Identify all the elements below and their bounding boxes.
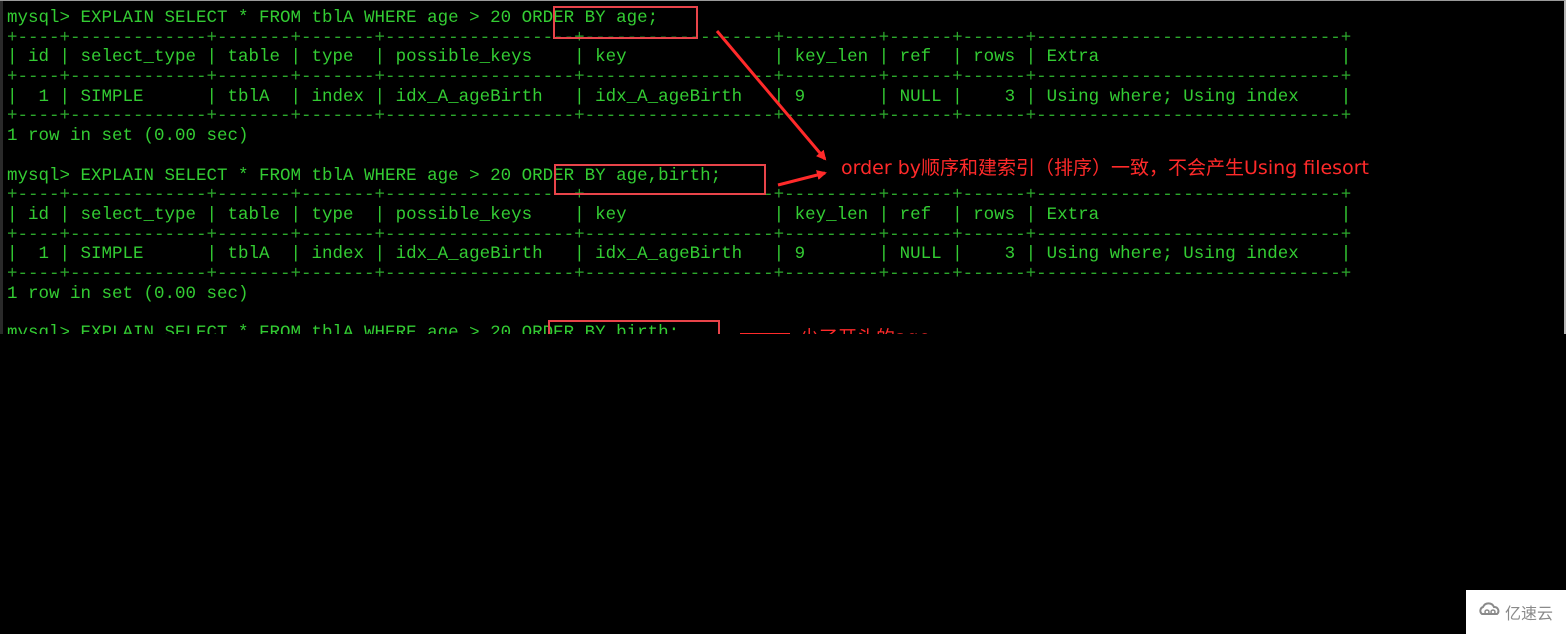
blank-area: 亿速云 bbox=[0, 334, 1566, 634]
table-header-row: | id | select_type | table | type | poss… bbox=[7, 204, 1352, 225]
table-row: | 1 | SIMPLE | tblA | index | idx_A_ageB… bbox=[7, 86, 1352, 107]
table-border: +----+-------------+-------+-------+----… bbox=[7, 263, 1352, 284]
window-left-edge bbox=[0, 1, 3, 334]
table-border: +----+-------------+-------+-------+----… bbox=[7, 224, 1352, 245]
terminal-screenshot: mysql> EXPLAIN SELECT * FROM tblA WHERE … bbox=[0, 0, 1566, 334]
result-summary: 1 row in set (0.00 sec) bbox=[7, 283, 249, 304]
cloud-logo-icon bbox=[1479, 602, 1501, 622]
table-row: | 1 | SIMPLE | tblA | index | idx_A_ageB… bbox=[7, 244, 1352, 265]
highlight-order-by-age-birth bbox=[554, 164, 766, 195]
watermark-text: 亿速云 bbox=[1504, 604, 1553, 623]
watermark-logo: 亿速云 bbox=[1466, 590, 1566, 634]
result-summary: 1 row in set (0.00 sec) bbox=[7, 126, 249, 147]
annotation-note-missing-leading-age: 少了开头的age bbox=[800, 323, 930, 334]
highlight-order-by-birth bbox=[548, 320, 720, 334]
table-header-row: | id | select_type | table | type | poss… bbox=[7, 47, 1352, 68]
table-border: +----+-------------+-------+-------+----… bbox=[7, 106, 1352, 127]
highlight-order-by-age bbox=[553, 6, 698, 39]
table-border: +----+-------------+-------+-------+----… bbox=[7, 67, 1352, 88]
annotation-note-order-matches-index: order by顺序和建索引（排序）一致，不会产生Using filesort bbox=[841, 157, 1369, 179]
